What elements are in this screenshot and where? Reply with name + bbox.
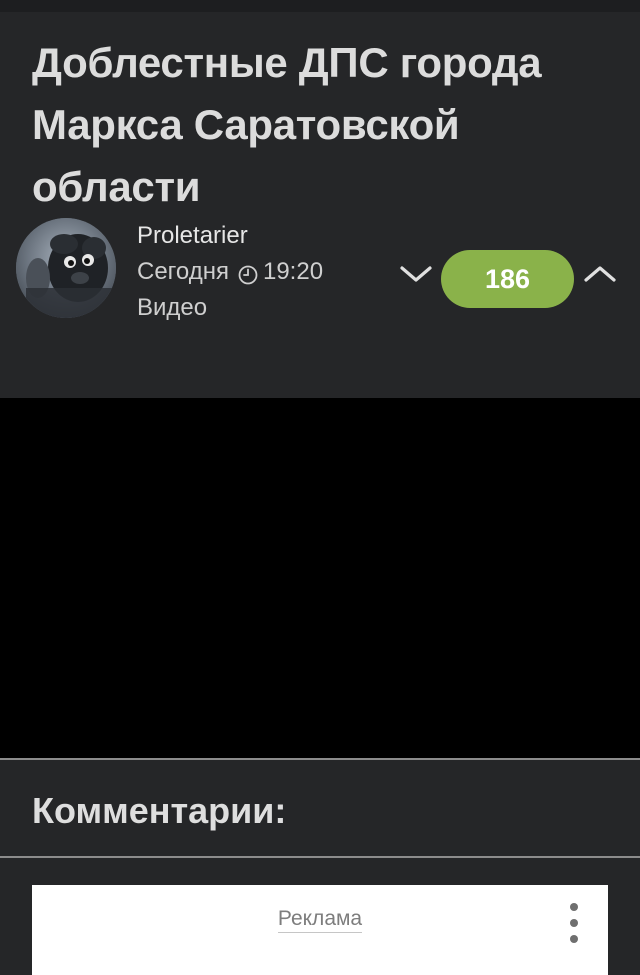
- post-date-row: Сегодня 19:20: [137, 254, 323, 290]
- rating-value: 186: [484, 263, 531, 294]
- post-time: 19:20: [262, 258, 324, 285]
- author-name[interactable]: Proletarier: [137, 218, 323, 254]
- vote-up-button[interactable]: [580, 254, 620, 294]
- clock-icon: [237, 261, 259, 285]
- ad-card[interactable]: Реклама: [32, 885, 608, 975]
- post-title[interactable]: Доблестные ДПС города Маркса Саратовской…: [32, 32, 622, 218]
- chevron-up-icon: [584, 266, 616, 282]
- top-strip: [0, 0, 640, 12]
- post-category[interactable]: Видео: [137, 290, 323, 326]
- avatar-image: [16, 218, 116, 318]
- post-date: Сегодня: [137, 258, 229, 285]
- comments-heading: Комментарии:: [32, 790, 287, 831]
- divider-top: [0, 758, 640, 760]
- avatar[interactable]: [16, 218, 116, 318]
- chevron-down-icon: [400, 266, 432, 282]
- rating-badge: 186: [441, 250, 574, 308]
- divider-bottom: [0, 856, 640, 858]
- more-vertical-icon[interactable]: [564, 903, 584, 943]
- ad-label: Реклама: [32, 907, 608, 933]
- vote-down-button[interactable]: [396, 254, 436, 294]
- post-meta: Proletarier Сегодня 19:20 Видео: [137, 218, 323, 326]
- post-header: Доблестные ДПС города Маркса Саратовской…: [0, 12, 640, 398]
- ad-label-text: Реклама: [277, 907, 363, 933]
- video-player[interactable]: [0, 398, 640, 758]
